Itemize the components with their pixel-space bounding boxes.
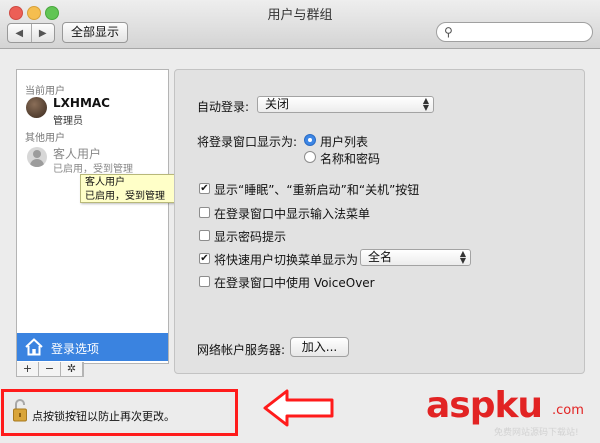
tooltip-line-2: 已启用，受到管理 bbox=[85, 191, 165, 202]
popup-arrows-icon: ▲ ▼ bbox=[459, 249, 466, 265]
radio-user-list-label: 用户列表 bbox=[320, 135, 369, 149]
user-avatar bbox=[26, 97, 47, 118]
show-all-button[interactable]: 全部显示 bbox=[62, 22, 128, 43]
checkbox-input-menu-label: 在登录窗口中显示输入法菜单 bbox=[214, 207, 371, 221]
remove-user-button[interactable]: − bbox=[39, 362, 61, 376]
house-icon bbox=[25, 338, 43, 356]
checkbox-voiceover[interactable] bbox=[199, 276, 210, 287]
annotation-arrow-icon bbox=[263, 389, 334, 427]
user-name: LXHMAC bbox=[53, 96, 110, 110]
auto-login-value: 关闭 bbox=[265, 97, 290, 111]
checkbox-fast-user-switch[interactable]: ✔ bbox=[199, 253, 210, 264]
join-button[interactable]: 加入... bbox=[290, 337, 349, 357]
user-role: 管理员 bbox=[53, 116, 83, 127]
add-user-button[interactable]: + bbox=[17, 362, 39, 376]
guest-avatar bbox=[27, 147, 47, 167]
watermark-domain: .com bbox=[552, 403, 584, 418]
search-icon: ⚲ bbox=[444, 25, 453, 39]
popup-arrows-icon: ▲ ▼ bbox=[422, 96, 429, 112]
guest-tooltip: 客人用户 已启用，受到管理 bbox=[80, 174, 178, 203]
radio-name-password-label: 名称和密码 bbox=[320, 152, 381, 166]
checkbox-password-hints-label: 显示密码提示 bbox=[214, 230, 287, 244]
watermark-logo: aspku bbox=[426, 385, 543, 426]
watermark-slogan: 免费网站源码下载站! bbox=[494, 428, 579, 438]
checkbox-show-power-buttons-label: 显示“睡眠”、“重新启动”和“关机”按钮 bbox=[214, 183, 420, 197]
checkbox-input-menu[interactable] bbox=[199, 207, 210, 218]
fast-switch-popup[interactable]: 全名 ▲ ▼ bbox=[360, 249, 471, 266]
auto-login-popup[interactable]: 关闭 ▲ ▼ bbox=[257, 96, 434, 113]
users-sidebar: 当前用户 LXHMAC 管理员 其他用户 客人用户 已启用，受到管理 客人用户 … bbox=[16, 69, 178, 364]
current-users-heading: 当前用户 bbox=[25, 86, 65, 97]
checkbox-voiceover-label: 在登录窗口中使用 VoiceOver bbox=[214, 276, 375, 290]
forward-button[interactable]: ▶ bbox=[30, 24, 55, 42]
checkbox-show-power-buttons[interactable]: ✔ bbox=[199, 183, 210, 194]
radio-name-password[interactable] bbox=[304, 151, 316, 163]
login-options-panel: 自动登录: 关闭 ▲ ▼ 将登录窗口显示为: 用户列表 名称和密码 ✔ 显示“睡眠… bbox=[174, 69, 585, 374]
window-title: 用户与群组 bbox=[267, 8, 333, 23]
guest-user-status: 已启用，受到管理 bbox=[53, 164, 133, 175]
login-window-label: 将登录窗口显示为: bbox=[197, 135, 298, 149]
tooltip-line-1: 客人用户 bbox=[85, 177, 125, 188]
annotation-red-box bbox=[1, 389, 238, 436]
login-options-label: 登录选项 bbox=[51, 342, 100, 356]
checkbox-password-hints[interactable] bbox=[199, 230, 210, 241]
radio-user-list[interactable] bbox=[304, 134, 316, 146]
fast-switch-value: 全名 bbox=[368, 250, 393, 264]
auto-login-label: 自动登录: bbox=[197, 100, 250, 114]
back-button[interactable]: ◀ bbox=[8, 24, 31, 42]
title-bar: 用户与群组 ◀ ▶ 全部显示 ⚲ bbox=[0, 0, 600, 49]
network-server-label: 网络帐户服务器: bbox=[197, 343, 286, 357]
action-gear-button[interactable]: ✲ bbox=[61, 362, 83, 376]
sidebar-button-bar: + − ✲ bbox=[16, 362, 84, 377]
checkbox-fast-user-switch-label: 将快速用户切换菜单显示为 bbox=[214, 253, 359, 267]
other-users-heading: 其他用户 bbox=[25, 133, 65, 144]
search-input[interactable]: ⚲ bbox=[436, 22, 593, 42]
nav-back-forward: ◀ ▶ bbox=[7, 23, 55, 43]
login-options-item[interactable]: 登录选项 bbox=[17, 333, 168, 361]
